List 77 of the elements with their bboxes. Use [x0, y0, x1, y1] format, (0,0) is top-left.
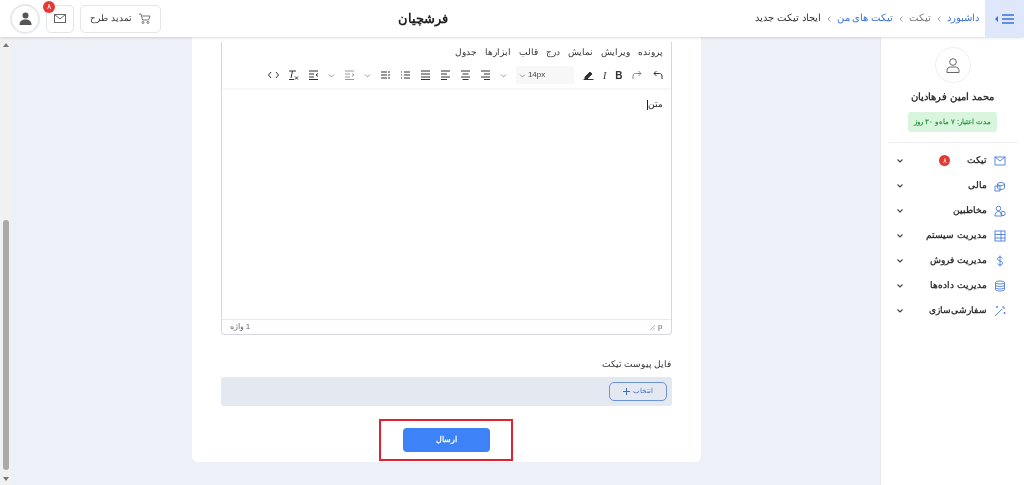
chevron-down-icon — [897, 233, 903, 238]
menu-item[interactable]: ویرایش — [600, 45, 630, 59]
editor-content-area[interactable]: متن — [221, 88, 671, 319]
user-icon — [18, 12, 32, 25]
clear-formatting-icon[interactable] — [287, 70, 299, 80]
menu-item[interactable]: پرونده — [637, 45, 663, 59]
magic-wand-icon — [994, 304, 1006, 317]
chevron-icon — [899, 15, 903, 22]
element-path: p — [658, 321, 663, 333]
chevron-down-icon — [897, 158, 903, 163]
sidebar-menu-item[interactable]: مدیریت فروش — [881, 248, 1024, 273]
mail-icon — [994, 154, 1006, 167]
font-size-dropdown[interactable]: 14px — [515, 66, 574, 84]
app-title: فرشچیان — [398, 9, 448, 29]
submit-button[interactable]: ارسال — [402, 427, 490, 452]
coins-icon — [994, 179, 1006, 192]
redo-icon[interactable] — [631, 70, 643, 80]
sidebar-menu-item[interactable]: مخاطبین — [881, 198, 1024, 223]
scroll-up-icon[interactable] — [3, 43, 9, 47]
user-icon — [945, 57, 960, 73]
bullet-list-icon[interactable] — [399, 70, 411, 80]
notification-badge: ۸ — [43, 0, 55, 13]
menu-item[interactable]: درج — [545, 45, 560, 59]
sidebar-menu-item[interactable]: مدیریت سیستم — [881, 223, 1024, 248]
scrollbar-thumb[interactable] — [3, 220, 9, 470]
caret-icon — [995, 15, 999, 22]
breadcrumb-link[interactable]: داشبورد — [947, 11, 979, 26]
chevron-down-icon — [518, 71, 526, 79]
text-direction-icon[interactable] — [307, 70, 319, 80]
mail-icon — [54, 14, 66, 23]
menu-item[interactable]: نمایش — [567, 45, 593, 59]
users-icon — [994, 204, 1006, 217]
indent-icon[interactable] — [343, 70, 355, 80]
server-icon — [994, 229, 1006, 242]
editor-text: متن — [647, 99, 663, 109]
chevron-icon — [937, 15, 941, 22]
sidebar-menu-item[interactable]: مدیریت داده‌ها — [881, 273, 1024, 298]
menu-toggle-button[interactable] — [985, 0, 1024, 37]
menu-item[interactable]: ابزارها — [484, 45, 511, 59]
text-cursor — [646, 99, 648, 110]
breadcrumb-item: ایجاد تیکت جدید — [755, 11, 821, 26]
chevron-down-icon — [897, 183, 903, 188]
renew-plan-button[interactable]: تمدید طرح — [80, 4, 161, 33]
sidebar-menu-item[interactable]: مالی — [881, 173, 1024, 198]
database-icon — [994, 279, 1006, 292]
source-code-icon[interactable] — [267, 70, 279, 80]
numbered-list-icon[interactable] — [379, 70, 391, 80]
word-count: 1 واژه — [229, 321, 251, 333]
dollar-icon — [994, 254, 1006, 267]
user-name: محمد امین فرهادیان — [911, 90, 994, 105]
breadcrumb-item: تیکت — [909, 11, 931, 26]
italic-button[interactable]: I — [602, 67, 607, 83]
align-center-icon[interactable] — [459, 70, 471, 80]
justify-icon[interactable] — [419, 70, 431, 80]
attachment-label: فایل پیوست تیکت — [600, 358, 672, 371]
scrollbar[interactable] — [0, 37, 12, 485]
menu-item[interactable]: قالب — [518, 45, 538, 59]
bold-button[interactable]: B — [615, 67, 623, 83]
sidebar-menu-item[interactable]: سفارشی‌سازی — [881, 298, 1024, 323]
highlighter-icon[interactable] — [582, 70, 594, 80]
cart-icon — [137, 13, 151, 24]
align-right-icon[interactable] — [479, 70, 491, 80]
chevron-icon — [826, 15, 831, 22]
plus-icon — [622, 387, 630, 395]
undo-icon[interactable] — [651, 70, 663, 80]
menu-icon — [1002, 13, 1014, 24]
align-left-icon[interactable] — [439, 70, 451, 80]
chevron-down-icon — [897, 258, 903, 263]
resize-handle-icon[interactable] — [650, 324, 656, 330]
chevron-down-icon — [897, 283, 903, 288]
scroll-down-icon[interactable] — [3, 477, 9, 481]
chevron-down-icon — [897, 208, 903, 213]
profile-button[interactable] — [10, 3, 40, 34]
breadcrumb-link[interactable]: تیکت های من — [836, 11, 893, 26]
chevron-down-icon — [897, 308, 903, 313]
menu-item[interactable]: جدول — [454, 45, 477, 59]
mail-button[interactable]: ۸ — [46, 4, 74, 33]
